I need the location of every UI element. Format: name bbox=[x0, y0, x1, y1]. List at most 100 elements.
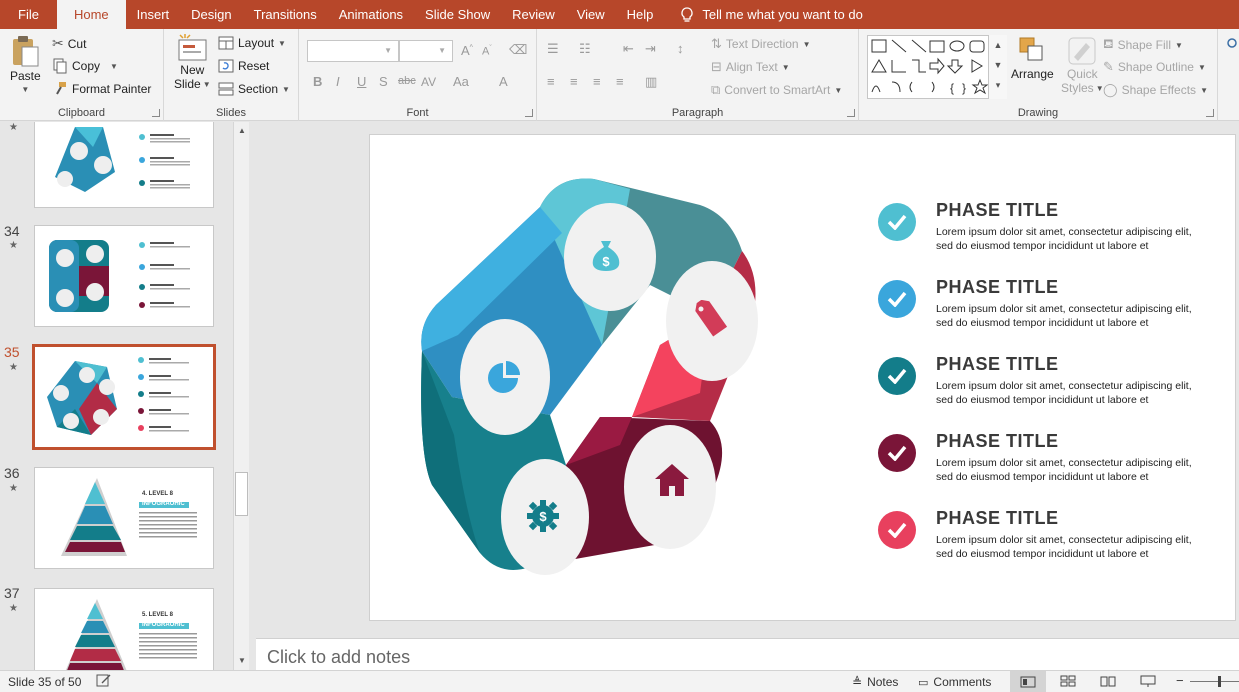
slide-thumbnail-36[interactable]: 4. LEVEL 8 INFOGRAOHIC bbox=[34, 467, 214, 569]
decrease-font-size-button[interactable]: Aˇ bbox=[482, 45, 492, 58]
comments-button[interactable]: ▭ Comments bbox=[918, 675, 991, 689]
phase-title[interactable]: PHASE TITLE bbox=[936, 354, 1059, 375]
shape-fill-button[interactable]: ⛾ Shape Fill ▼ bbox=[1103, 36, 1183, 54]
copy-button[interactable]: Copy ▼ bbox=[52, 58, 118, 74]
notes-pane[interactable]: Click to add notes bbox=[256, 638, 1239, 670]
paste-button[interactable]: Paste ▼ bbox=[10, 35, 41, 94]
slide-thumbnail-37[interactable]: 5. LEVEL 8 INFOGRAOHIC bbox=[34, 588, 214, 670]
drawing-launcher[interactable] bbox=[1206, 109, 1214, 117]
phase-body[interactable]: Lorem ipsum dolor sit amet, consectetur … bbox=[936, 533, 1196, 561]
decrease-indent-icon[interactable]: ⇤ bbox=[623, 41, 634, 57]
phase-title[interactable]: PHASE TITLE bbox=[936, 508, 1059, 529]
tell-me-search[interactable]: Tell me what you want to do bbox=[664, 6, 863, 23]
drawing-label: Drawing bbox=[1017, 107, 1059, 119]
quick-styles-button[interactable]: Quick Styles ▼ bbox=[1061, 35, 1104, 95]
tab-view[interactable]: View bbox=[566, 0, 616, 29]
numbering-icon[interactable]: ☷ bbox=[579, 41, 591, 57]
animation-star-icon: ★ bbox=[9, 122, 18, 133]
shapes-gallery[interactable]: { } bbox=[867, 35, 1007, 99]
columns-icon[interactable]: ▥ bbox=[645, 74, 657, 90]
phase-body[interactable]: Lorem ipsum dolor sit amet, consectetur … bbox=[936, 225, 1196, 253]
character-spacing-button[interactable]: AV bbox=[421, 75, 436, 89]
phase-title[interactable]: PHASE TITLE bbox=[936, 431, 1059, 452]
phase-body[interactable]: Lorem ipsum dolor sit amet, consectetur … bbox=[936, 456, 1196, 484]
money-bag-icon: $ bbox=[592, 241, 620, 271]
phase-body[interactable]: Lorem ipsum dolor sit amet, consectetur … bbox=[936, 302, 1196, 330]
increase-indent-icon[interactable]: ⇥ bbox=[645, 41, 656, 57]
tab-file[interactable]: File bbox=[0, 0, 57, 29]
tab-animations[interactable]: Animations bbox=[328, 0, 414, 29]
notes-button[interactable]: ≜ Notes bbox=[852, 675, 898, 689]
convert-to-smartart-button[interactable]: ⧉ Convert to SmartArt ▼ bbox=[711, 82, 842, 98]
scroll-up-icon[interactable]: ▲ bbox=[236, 125, 248, 137]
increase-font-size-button[interactable]: A^ bbox=[461, 43, 473, 58]
slide-sorter-button[interactable] bbox=[1060, 675, 1076, 687]
align-center-icon[interactable]: ≡ bbox=[570, 74, 578, 89]
cut-button[interactable]: ✂ Cut bbox=[52, 35, 86, 52]
slide-canvas[interactable]: $ $ PHASE TITLE Lorem ipsum dolor sit am… bbox=[369, 134, 1236, 621]
reset-button[interactable]: Reset bbox=[218, 58, 269, 74]
quick-styles-icon bbox=[1068, 37, 1096, 65]
bullets-icon[interactable]: ☰ bbox=[547, 41, 559, 57]
shadow-button[interactable]: S bbox=[379, 74, 388, 89]
font-size-dropdown[interactable]: ▼ bbox=[399, 40, 453, 62]
strikethrough-button[interactable]: abc bbox=[398, 75, 416, 87]
font-launcher[interactable] bbox=[525, 109, 533, 117]
format-painter-button[interactable]: Format Painter bbox=[52, 81, 151, 97]
shape-outline-button[interactable]: ✎ Shape Outline ▼ bbox=[1103, 59, 1206, 75]
justify-icon[interactable]: ≡ bbox=[616, 74, 624, 89]
clipboard-launcher[interactable] bbox=[152, 109, 160, 117]
shapes-scroll[interactable]: ▲ ▼ ▾ bbox=[988, 35, 1007, 99]
tab-review[interactable]: Review bbox=[501, 0, 566, 29]
zoom-slider-thumb[interactable] bbox=[1218, 676, 1221, 687]
zoom-out-button[interactable]: − bbox=[1176, 673, 1184, 688]
slide-show-button[interactable] bbox=[1140, 675, 1156, 687]
tab-home[interactable]: Home bbox=[56, 0, 126, 29]
scroll-down-icon[interactable]: ▼ bbox=[236, 655, 248, 667]
slide-thumbnail-35[interactable] bbox=[32, 344, 216, 450]
tab-design[interactable]: Design bbox=[180, 0, 242, 29]
find-icon[interactable] bbox=[1224, 37, 1238, 53]
layout-button[interactable]: Layout ▼ bbox=[218, 35, 286, 51]
reading-view-button[interactable] bbox=[1100, 675, 1116, 687]
clear-formatting-icon[interactable]: ⌫ bbox=[509, 42, 527, 58]
underline-button[interactable]: U bbox=[357, 74, 366, 89]
phase-body[interactable]: Lorem ipsum dolor sit amet, consectetur … bbox=[936, 379, 1196, 407]
shape-effects-button[interactable]: ◯ Shape Effects ▼ bbox=[1103, 82, 1208, 98]
slide-number-34: 34 bbox=[4, 223, 20, 239]
quick-styles-label-row: Styles ▼ bbox=[1061, 81, 1104, 95]
bold-button[interactable]: B bbox=[313, 74, 322, 89]
tab-slide-show[interactable]: Slide Show bbox=[414, 0, 501, 29]
tell-me-label: Tell me what you want to do bbox=[702, 7, 863, 22]
spell-check-icon[interactable] bbox=[96, 674, 112, 688]
notes-label: Notes bbox=[867, 675, 899, 689]
font-color-button[interactable]: A bbox=[499, 74, 508, 89]
phase-title[interactable]: PHASE TITLE bbox=[936, 200, 1059, 221]
section-button[interactable]: Section ▼ bbox=[218, 81, 290, 97]
font-name-dropdown[interactable]: ▼ bbox=[307, 40, 399, 62]
italic-button[interactable]: I bbox=[336, 74, 340, 89]
chevron-down-icon: ▼ bbox=[781, 62, 790, 72]
align-right-icon[interactable]: ≡ bbox=[593, 74, 601, 89]
slide-thumbnail-33[interactable] bbox=[34, 122, 214, 208]
new-slide-button[interactable]: New Slide ▼ bbox=[174, 33, 211, 91]
pie-chart-icon bbox=[488, 361, 520, 393]
scroll-thumb[interactable] bbox=[235, 472, 248, 516]
paragraph-launcher[interactable] bbox=[847, 109, 855, 117]
change-case-button[interactable]: Aa bbox=[453, 74, 469, 89]
section-label: Section bbox=[238, 82, 279, 96]
tab-help[interactable]: Help bbox=[616, 0, 665, 29]
phase-title[interactable]: PHASE TITLE bbox=[936, 277, 1059, 298]
tab-insert[interactable]: Insert bbox=[126, 0, 181, 29]
align-left-icon[interactable]: ≡ bbox=[547, 74, 555, 89]
align-text-button[interactable]: ⊟ Align Text ▼ bbox=[711, 59, 790, 75]
arrange-button[interactable]: Arrange bbox=[1011, 35, 1054, 81]
text-direction-button[interactable]: ⇅ Text Direction ▼ bbox=[711, 36, 811, 52]
thumbnails-scrollbar[interactable]: ▲ ▼ bbox=[233, 122, 249, 670]
normal-view-button[interactable] bbox=[1010, 671, 1046, 692]
line-spacing-icon[interactable]: ↕ bbox=[677, 41, 684, 56]
tab-transitions[interactable]: Transitions bbox=[243, 0, 328, 29]
zoom-slider[interactable] bbox=[1190, 676, 1239, 687]
slide-thumbnail-34[interactable] bbox=[34, 225, 214, 327]
pentagon-infographic bbox=[421, 178, 758, 575]
